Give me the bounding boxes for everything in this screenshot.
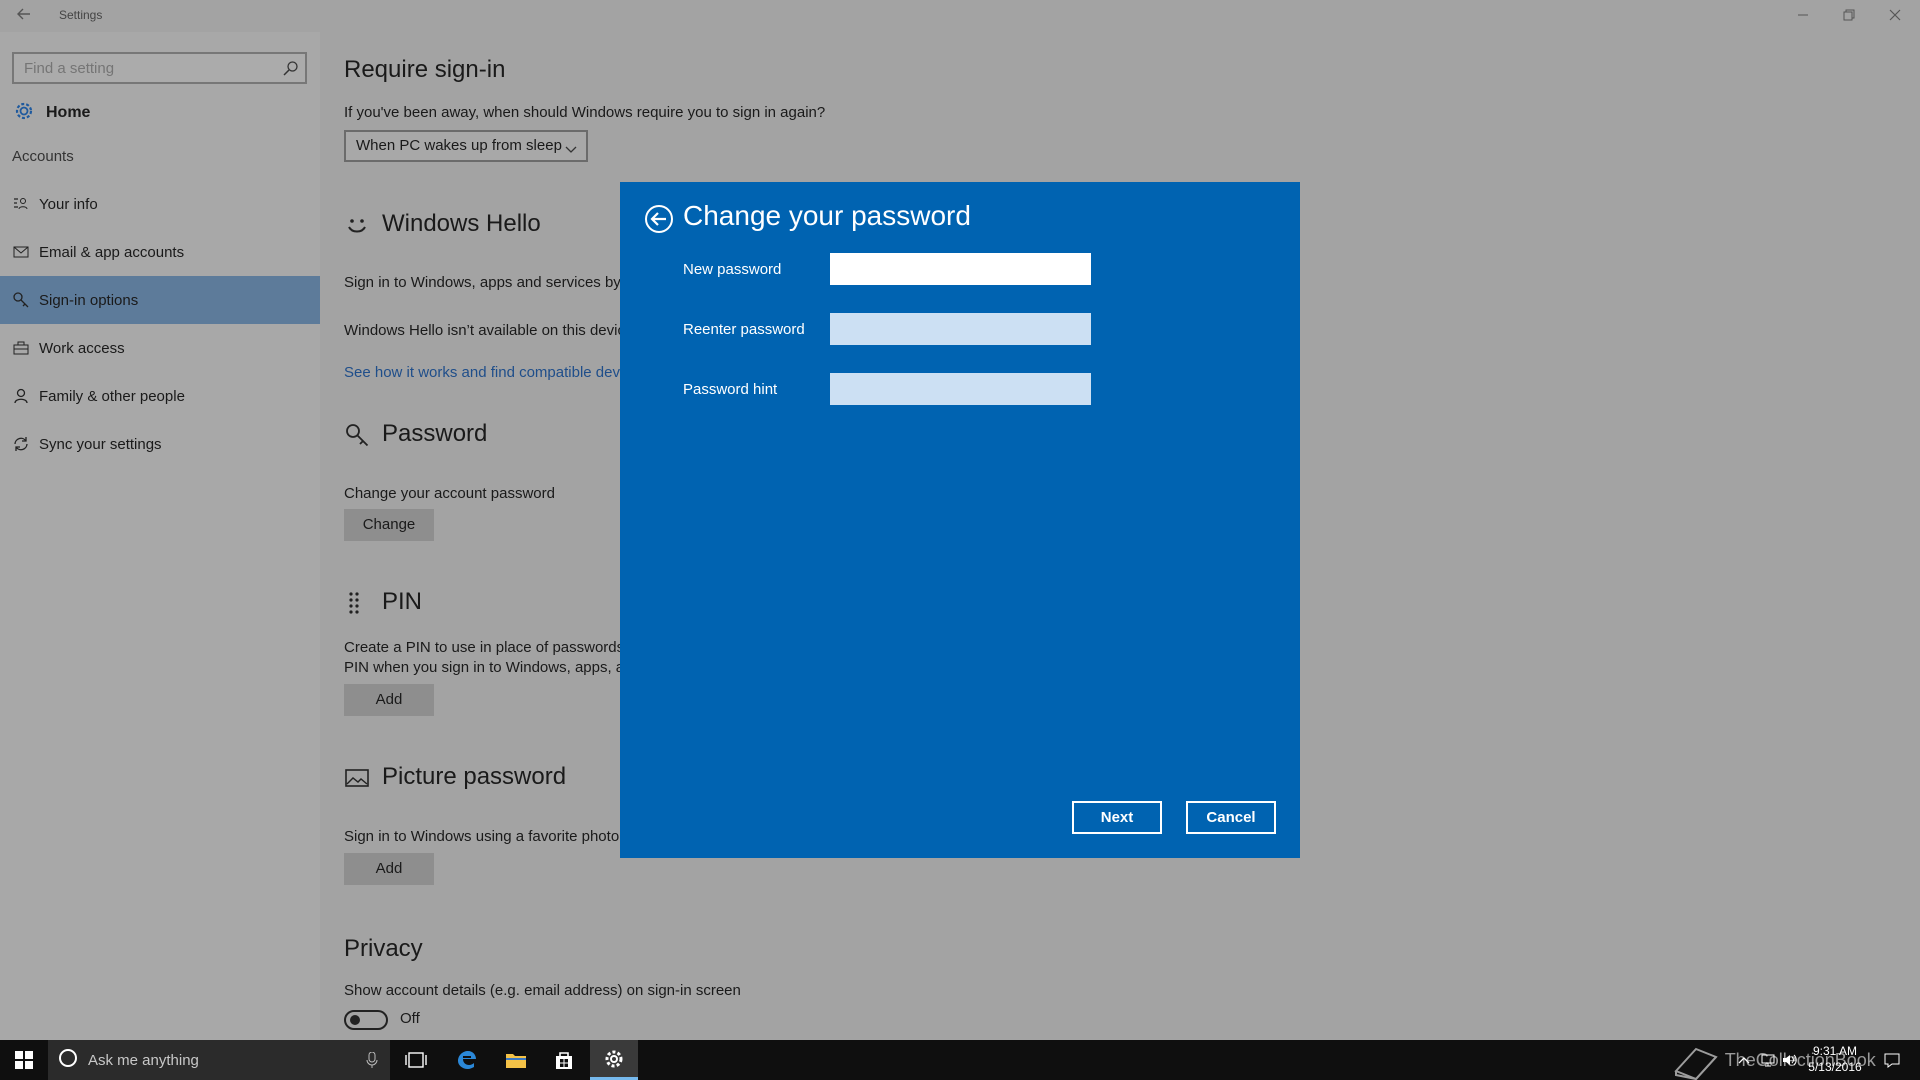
contact-card-icon xyxy=(12,195,30,213)
sidebar-item-sign-in-options[interactable]: Sign-in options xyxy=(0,276,320,324)
privacy-description: Show account details (e.g. email address… xyxy=(344,982,741,999)
restore-icon[interactable] xyxy=(1826,0,1872,32)
volume-icon[interactable] xyxy=(1782,1052,1798,1068)
hello-description: Sign in to Windows, apps and services by xyxy=(344,274,621,291)
search-icon[interactable] xyxy=(283,60,299,76)
clock-time: 9:31 AM xyxy=(1812,1044,1858,1058)
settings-app-icon[interactable] xyxy=(590,1040,638,1080)
require-signin-question: If you've been away, when should Windows… xyxy=(344,104,826,121)
taskbar: Ask me anything TheCollectionBook 9:31 A… xyxy=(0,1040,1920,1080)
add-picture-password-button[interactable]: Add xyxy=(344,853,434,885)
sidebar-item-label: Work access xyxy=(39,339,125,357)
accounts-section-label: Accounts xyxy=(12,148,74,165)
reenter-password-label: Reenter password xyxy=(683,321,805,338)
toggle-knob xyxy=(350,1015,360,1025)
hello-compatible-devices-link[interactable]: See how it works and find compatible dev xyxy=(344,364,620,381)
cortana-placeholder: Ask me anything xyxy=(88,1051,199,1069)
reenter-password-field[interactable] xyxy=(830,313,1091,345)
pin-heading: PIN xyxy=(344,588,422,616)
sidebar-item-your-info[interactable]: Your info xyxy=(0,180,320,228)
change-password-button[interactable]: Change xyxy=(344,509,434,541)
sidebar-item-work-access[interactable]: Work access xyxy=(0,324,320,372)
task-view-icon[interactable] xyxy=(392,1040,440,1080)
mail-icon xyxy=(12,243,30,261)
windows-hello-heading: Windows Hello xyxy=(344,210,541,238)
close-icon[interactable] xyxy=(1872,0,1918,32)
chevron-up-icon[interactable] xyxy=(1736,1052,1752,1068)
password-heading: Password xyxy=(344,420,487,448)
password-description: Change your account password xyxy=(344,485,555,502)
hello-unavailable-text: Windows Hello isn’t available on this de… xyxy=(344,322,625,339)
sidebar-item-label: Family & other people xyxy=(39,387,185,405)
picture-icon xyxy=(344,765,370,791)
sidebar-item-family[interactable]: Family & other people xyxy=(0,372,320,420)
sidebar: Home Accounts Your info Email & app acco… xyxy=(0,32,320,1040)
book-logo-icon xyxy=(1674,1047,1718,1080)
search-input[interactable] xyxy=(14,54,305,82)
password-hint-label: Password hint xyxy=(683,381,778,398)
require-signin-heading: Require sign-in xyxy=(344,56,506,83)
minimize-icon[interactable] xyxy=(1780,0,1826,32)
gear-icon xyxy=(12,99,36,128)
new-password-label: New password xyxy=(683,261,782,278)
privacy-heading: Privacy xyxy=(344,935,423,962)
pin-description-line2: PIN when you sign in to Windows, apps, a xyxy=(344,659,625,676)
home-nav[interactable]: Home xyxy=(12,96,90,130)
picture-password-description: Sign in to Windows using a favorite phot… xyxy=(344,828,620,845)
file-explorer-icon[interactable] xyxy=(492,1040,540,1080)
dropdown-value: When PC wakes up from sleep xyxy=(356,137,562,154)
title-bar: Settings xyxy=(0,0,1920,32)
store-icon[interactable] xyxy=(540,1040,588,1080)
person-icon xyxy=(12,387,30,405)
smiley-icon xyxy=(344,212,370,238)
new-password-field[interactable] xyxy=(830,253,1091,285)
windows-start-icon[interactable] xyxy=(0,1040,48,1080)
privacy-toggle[interactable] xyxy=(344,1010,388,1030)
add-pin-button[interactable]: Add xyxy=(344,684,434,716)
sidebar-item-sync[interactable]: Sync your settings xyxy=(0,420,320,468)
cancel-button[interactable]: Cancel xyxy=(1186,801,1276,834)
system-clock[interactable]: 9:31 AM 5/13/2016 xyxy=(1800,1043,1870,1075)
network-icon[interactable] xyxy=(1760,1052,1776,1068)
privacy-toggle-state: Off xyxy=(400,1010,420,1027)
microphone-icon[interactable] xyxy=(366,1051,378,1073)
dialog-title: Change your password xyxy=(683,200,971,231)
edge-browser-icon[interactable] xyxy=(442,1040,490,1080)
keypad-icon xyxy=(344,590,370,616)
sync-icon xyxy=(12,435,30,453)
back-arrow-icon[interactable] xyxy=(14,6,34,26)
next-button[interactable]: Next xyxy=(1072,801,1162,834)
sidebar-item-label: Your info xyxy=(39,195,98,213)
briefcase-icon xyxy=(12,339,30,357)
cortana-icon xyxy=(58,1048,78,1073)
sidebar-item-label: Email & app accounts xyxy=(39,243,185,261)
home-label: Home xyxy=(46,104,91,121)
clock-date: 5/13/2016 xyxy=(1808,1060,1862,1074)
key-icon xyxy=(344,422,370,448)
chevron-down-icon xyxy=(564,138,578,153)
find-setting-search[interactable] xyxy=(12,52,307,84)
sidebar-item-label: Sync your settings xyxy=(39,435,162,453)
change-password-dialog: Change your password New password Reente… xyxy=(620,182,1300,858)
require-signin-dropdown[interactable]: When PC wakes up from sleep xyxy=(344,130,588,162)
action-center-icon[interactable] xyxy=(1884,1052,1900,1068)
back-circle-icon[interactable] xyxy=(644,204,674,234)
password-hint-field[interactable] xyxy=(830,373,1091,405)
cortana-search-box[interactable]: Ask me anything xyxy=(48,1040,390,1080)
key-icon xyxy=(12,291,30,309)
pin-description-line1: Create a PIN to use in place of password… xyxy=(344,639,629,656)
sidebar-item-email[interactable]: Email & app accounts xyxy=(0,228,320,276)
window-title: Settings xyxy=(59,8,103,22)
sidebar-item-label: Sign-in options xyxy=(39,291,139,309)
picture-password-heading: Picture password xyxy=(344,763,566,791)
